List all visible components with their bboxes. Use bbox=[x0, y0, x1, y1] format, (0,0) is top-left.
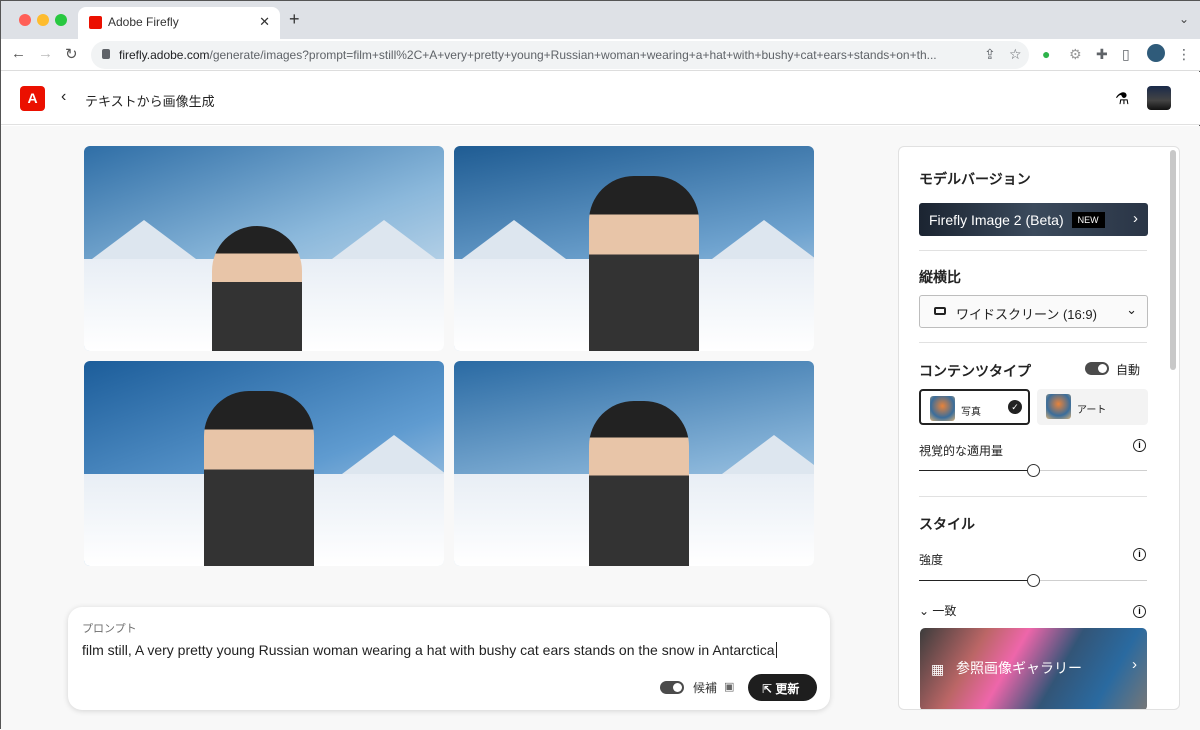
info-icon[interactable]: i bbox=[1133, 439, 1146, 452]
prompt-box: プロンプト film still, A very pretty young Ru… bbox=[68, 607, 830, 710]
generated-image-3[interactable] bbox=[84, 361, 444, 566]
photo-thumbnail bbox=[930, 396, 955, 421]
gallery-label: 参照画像ギャラリー bbox=[956, 660, 1082, 676]
menu-kebab-icon[interactable]: ⋮ bbox=[1177, 46, 1191, 63]
aspect-ratio-select[interactable]: ワイドスクリーン (16:9) ⌄ bbox=[919, 295, 1148, 328]
prompt-input[interactable]: film still, A very pretty young Russian … bbox=[82, 642, 777, 658]
slider-knob[interactable] bbox=[1027, 574, 1040, 587]
generated-image-2[interactable] bbox=[454, 146, 814, 351]
info-icon[interactable]: i bbox=[1133, 548, 1146, 561]
adobe-favicon-icon bbox=[89, 16, 102, 29]
suggestions-label: 候補 bbox=[693, 681, 718, 695]
panel-scrollbar[interactable] bbox=[1170, 150, 1176, 370]
match-label: 一致 bbox=[932, 604, 957, 618]
page-title: テキストから画像生成 bbox=[85, 94, 215, 109]
generated-image-4[interactable] bbox=[454, 361, 814, 566]
widescreen-icon bbox=[934, 307, 946, 315]
content-type-photo[interactable]: 写真 ✓ bbox=[919, 389, 1030, 425]
url-host: firefly.adobe.com bbox=[119, 48, 210, 62]
strength-label: 強度 bbox=[919, 553, 944, 567]
close-tab-icon[interactable]: ✕ bbox=[259, 14, 270, 30]
model-version-heading: モデルバージョン bbox=[919, 171, 1031, 187]
extension-gear-icon[interactable]: ⚙ bbox=[1069, 46, 1082, 63]
prompt-label: プロンプト bbox=[82, 623, 137, 635]
back-icon[interactable]: ← bbox=[11, 45, 26, 62]
browser-tab-bar: Adobe Firefly ✕ + ⌄ bbox=[1, 1, 1200, 39]
chevron-down-icon: ⌄ bbox=[919, 604, 933, 618]
address-bar[interactable]: firefly.adobe.com/generate/images?prompt… bbox=[91, 41, 1029, 69]
forward-icon[interactable]: → bbox=[38, 45, 53, 62]
generated-image-1[interactable] bbox=[84, 146, 444, 351]
tab-title: Adobe Firefly bbox=[108, 15, 179, 29]
match-section-toggle[interactable]: ⌄ 一致 bbox=[919, 602, 956, 619]
update-icon: ⇱ bbox=[762, 682, 776, 696]
model-name: Firefly Image 2 (Beta) bbox=[929, 212, 1064, 228]
content-type-art[interactable]: アート bbox=[1037, 389, 1148, 425]
back-chevron-icon[interactable]: ‹ bbox=[61, 88, 66, 106]
lock-icon bbox=[102, 49, 110, 59]
close-window-button[interactable] bbox=[19, 14, 31, 26]
tab-search-chevron-icon[interactable]: ⌄ bbox=[1179, 12, 1189, 26]
info-icon[interactable]: i bbox=[1133, 605, 1146, 618]
bookmark-star-icon[interactable]: ☆ bbox=[1009, 46, 1022, 63]
prompt-check-icon[interactable]: ▣ bbox=[724, 680, 734, 693]
reload-icon[interactable]: ↻ bbox=[65, 45, 78, 63]
update-label: 更新 bbox=[775, 682, 800, 696]
new-badge: NEW bbox=[1071, 212, 1105, 228]
share-icon[interactable]: ⇪ bbox=[984, 46, 996, 63]
extensions-puzzle-icon[interactable]: ✚ bbox=[1096, 46, 1108, 63]
browser-toolbar: ← → ↻ firefly.adobe.com/generate/images?… bbox=[1, 39, 1200, 71]
model-version-button[interactable]: Firefly Image 2 (Beta) NEW › bbox=[919, 203, 1148, 236]
divider bbox=[919, 342, 1147, 343]
side-panel-icon[interactable]: ▯ bbox=[1122, 46, 1130, 63]
photo-label: 写真 bbox=[961, 407, 981, 418]
checkmark-icon: ✓ bbox=[1008, 400, 1022, 414]
art-label: アート bbox=[1077, 405, 1107, 416]
update-button[interactable]: ⇱ 更新 bbox=[748, 674, 817, 701]
chevron-down-icon: ⌄ bbox=[1126, 302, 1137, 317]
slider-knob[interactable] bbox=[1027, 464, 1040, 477]
auto-toggle[interactable] bbox=[1085, 362, 1109, 375]
visual-intensity-slider[interactable] bbox=[919, 464, 1147, 477]
divider bbox=[919, 250, 1147, 251]
chevron-right-icon: › bbox=[1133, 210, 1138, 227]
visual-intensity-label: 視覚的な適用量 bbox=[919, 444, 1004, 458]
minimize-window-button[interactable] bbox=[37, 14, 49, 26]
reference-gallery-button[interactable]: ▦ 参照画像ギャラリー › bbox=[920, 628, 1147, 709]
auto-label: 自動 bbox=[1116, 363, 1141, 377]
chevron-right-icon: › bbox=[1132, 656, 1137, 673]
grid-icon: ▦ bbox=[931, 661, 945, 677]
browser-tab[interactable]: Adobe Firefly ✕ bbox=[78, 7, 280, 39]
style-heading: スタイル bbox=[919, 516, 975, 532]
settings-panel: モデルバージョン Firefly Image 2 (Beta) NEW › 縦横比… bbox=[898, 146, 1180, 710]
suggestions-toggle[interactable] bbox=[660, 681, 684, 694]
content-type-heading: コンテンツタイプ bbox=[919, 363, 1031, 379]
maximize-window-button[interactable] bbox=[55, 14, 67, 26]
evernote-extension-icon[interactable]: ● bbox=[1042, 46, 1050, 62]
aspect-ratio-value: ワイドスクリーン (16:9) bbox=[956, 307, 1097, 322]
url-path: /generate/images?prompt=film+still%2C+A+… bbox=[209, 48, 937, 62]
divider bbox=[919, 496, 1147, 497]
labs-flask-icon[interactable]: ⚗ bbox=[1115, 89, 1129, 109]
strength-slider[interactable] bbox=[919, 574, 1147, 587]
app-header: A ‹ テキストから画像生成 ⚗ bbox=[1, 72, 1200, 125]
user-avatar[interactable] bbox=[1147, 86, 1171, 110]
profile-avatar[interactable] bbox=[1147, 44, 1165, 62]
aspect-ratio-heading: 縦横比 bbox=[919, 269, 961, 285]
adobe-logo[interactable]: A bbox=[20, 86, 45, 111]
new-tab-button[interactable]: + bbox=[289, 9, 300, 30]
art-thumbnail bbox=[1046, 394, 1071, 419]
